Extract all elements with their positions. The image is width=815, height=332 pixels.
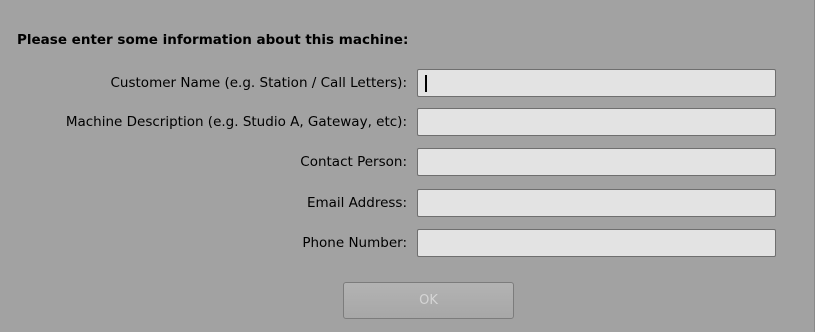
customer-name-row: Customer Name (e.g. Station / Call Lette… xyxy=(0,69,815,97)
contact-person-input[interactable] xyxy=(417,148,776,176)
machine-description-input[interactable] xyxy=(417,108,776,136)
contact-person-row: Contact Person: xyxy=(0,148,815,176)
email-address-input[interactable] xyxy=(417,189,776,217)
machine-description-label: Machine Description (e.g. Studio A, Gate… xyxy=(65,114,407,130)
machine-description-row: Machine Description (e.g. Studio A, Gate… xyxy=(0,108,815,136)
email-address-row: Email Address: xyxy=(0,189,815,217)
contact-person-label: Contact Person: xyxy=(300,154,407,170)
email-address-label: Email Address: xyxy=(306,195,407,211)
phone-number-input[interactable] xyxy=(417,229,776,257)
customer-name-label: Customer Name (e.g. Station / Call Lette… xyxy=(110,75,408,91)
text-cursor xyxy=(425,75,427,92)
ok-button[interactable]: OK xyxy=(343,282,514,319)
machine-info-dialog: Please enter some information about this… xyxy=(0,0,815,332)
phone-number-row: Phone Number: xyxy=(0,229,815,257)
phone-number-label: Phone Number: xyxy=(302,235,407,251)
form-heading: Please enter some information about this… xyxy=(17,32,409,48)
customer-name-input[interactable] xyxy=(417,69,776,97)
